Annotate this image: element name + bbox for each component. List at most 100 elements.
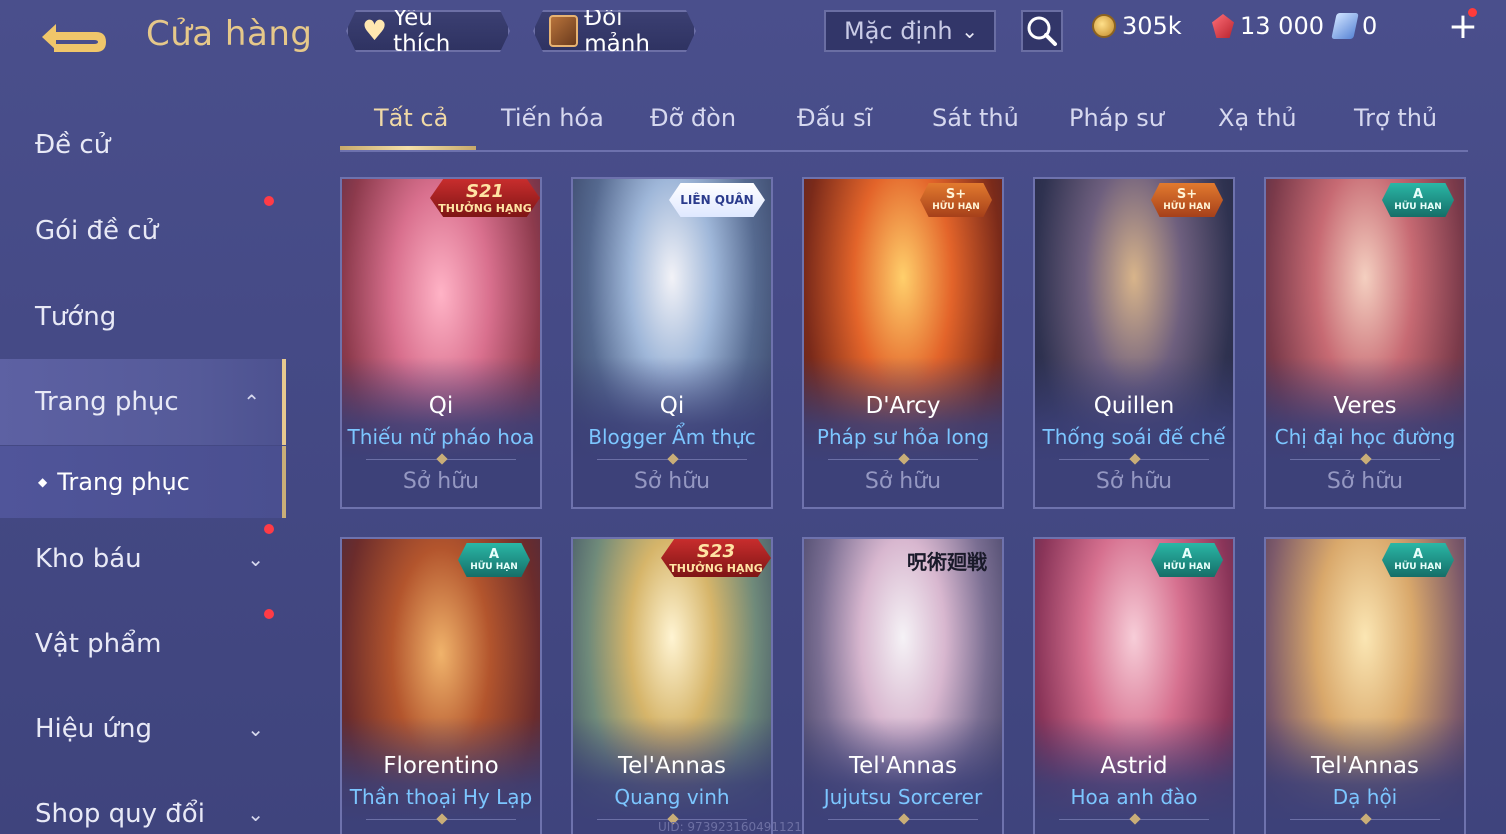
rarity-badge: A HỮU HẠN: [1382, 183, 1454, 217]
hero-name: Tel'Annas: [618, 753, 726, 779]
skin-card[interactable]: S21 THƯỞNG HẠNG Qi Thiếu nữ pháo hoa Sở h…: [340, 177, 542, 509]
shard-exchange-button[interactable]: Đổi mảnh: [533, 10, 696, 52]
tab-evolution[interactable]: Tiến hóa: [501, 104, 604, 132]
gold-amount: 305k: [1122, 12, 1182, 40]
chevron-up-icon: ⌃: [243, 390, 260, 414]
tab-tank[interactable]: Đỡ đòn: [650, 104, 736, 132]
voucher-icon: [1331, 13, 1359, 39]
category-tabs: Tất cả Tiến hóa Đỡ đòn Đấu sĩ Sát thủ Ph…: [340, 98, 1468, 152]
back-button[interactable]: [34, 16, 114, 58]
sidebar-item-label: Shop quy đổi: [35, 799, 205, 829]
gold-balance: 305k: [1092, 12, 1182, 40]
skin-card[interactable]: A HỮU HẠN Veres Chị đại học đường Sở hữu: [1264, 177, 1466, 509]
sidebar-subitem-label: Trang phục: [57, 468, 190, 496]
sidebar-subitem-skins[interactable]: ◆ Trang phục: [0, 446, 286, 518]
tab-support[interactable]: Trợ thủ: [1354, 104, 1437, 132]
skin-card[interactable]: A HỮU HẠN Tel'Annas Dạ hội: [1264, 537, 1466, 834]
sidebar-item-label: Vật phẩm: [35, 629, 162, 659]
rarity-badge: S+ HỮU HẠN: [1151, 183, 1223, 217]
gold-coin-icon: [1092, 14, 1116, 38]
skin-card[interactable]: S+ HỮU HẠN D'Arcy Pháp sư hỏa long Sở hữu: [802, 177, 1004, 509]
hero-name: Quillen: [1093, 393, 1175, 419]
sidebar-item-recommended[interactable]: Đề cử: [0, 102, 286, 188]
owned-status: Sở hữu: [1326, 469, 1404, 494]
owned-status: Sở hữu: [864, 469, 942, 494]
hero-name: Astrid: [1100, 753, 1168, 779]
hero-name: Tel'Annas: [1311, 753, 1419, 779]
sort-select[interactable]: Mặc định ⌄: [824, 10, 996, 52]
skin-card[interactable]: S23 THƯỞNG HẠNG Tel'Annas Quang vinh: [571, 537, 773, 834]
user-id-watermark: UID: 973923160491121: [658, 820, 802, 834]
voucher-amount: 0: [1362, 12, 1378, 40]
active-tab-indicator: [340, 146, 476, 150]
skin-name: Thiếu nữ pháo hoa: [347, 425, 535, 449]
skin-name: Hoa anh đào: [1070, 785, 1198, 809]
sidebar: Đề cử Gói đề cử Tướng Trang phục ⌃ ◆ Tra…: [0, 100, 290, 834]
back-arrow-icon: [42, 24, 106, 52]
tab-mage[interactable]: Pháp sư: [1069, 104, 1164, 132]
tab-marksman[interactable]: Xạ thủ: [1218, 104, 1297, 132]
season-badge: S21 THƯỞNG HẠNG: [430, 179, 540, 217]
sidebar-item-exchange-shop[interactable]: Shop quy đổi ⌄: [0, 771, 286, 834]
tab-fighter[interactable]: Đấu sĩ: [797, 104, 872, 132]
chevron-down-icon: ⌄: [247, 717, 264, 741]
notification-dot: [1468, 8, 1477, 17]
rarity-badge: A HỮU HẠN: [1151, 543, 1223, 577]
owned-status: Sở hữu: [1095, 469, 1173, 494]
owned-status: Sở hữu: [402, 469, 480, 494]
skin-name: Thần thoại Hy Lạp: [349, 785, 533, 809]
skin-name: Thống soái đế chế: [1042, 425, 1226, 449]
hero-name: Qi: [428, 393, 454, 419]
brand-badge: LIÊN QUÂN: [669, 183, 765, 217]
skin-name: Chị đại học đường: [1274, 425, 1456, 449]
hero-name: Tel'Annas: [849, 753, 957, 779]
voucher-balance: 0: [1331, 12, 1378, 40]
notification-dot: [264, 196, 274, 206]
sidebar-item-label: Đề cử: [35, 130, 111, 160]
skin-card[interactable]: S+ HỮU HẠN Quillen Thống soái đế chế Sở h…: [1033, 177, 1235, 509]
sidebar-item-label: Kho báu: [35, 544, 142, 574]
rarity-badge: A HỮU HẠN: [458, 543, 530, 577]
collab-logo: 呪術廻戦: [907, 550, 987, 574]
search-icon: [1027, 16, 1057, 46]
notification-dot: [264, 609, 274, 619]
skin-card[interactable]: A HỮU HẠN Astrid Hoa anh đào: [1033, 537, 1235, 834]
search-button[interactable]: [1021, 10, 1063, 52]
page-title: Cửa hàng: [146, 14, 313, 54]
top-bar: Cửa hàng ♥ Yêu thích Đổi mảnh Mặc định ⌄…: [0, 0, 1506, 70]
skin-card[interactable]: A HỮU HẠN Florentino Thần thoại Hy Lạp: [340, 537, 542, 834]
season-badge: S23 THƯỞNG HẠNG: [661, 539, 771, 577]
rarity-badge: A HỮU HẠN: [1382, 543, 1454, 577]
sidebar-item-treasure[interactable]: Kho báu ⌄: [0, 516, 286, 602]
ruby-balance: 13 000: [1212, 12, 1324, 40]
shard-exchange-label: Đổi mảnh: [584, 5, 650, 57]
sort-value: Mặc định: [844, 17, 953, 45]
ruby-icon: [1212, 14, 1234, 38]
hero-name: Veres: [1333, 393, 1397, 419]
tab-all[interactable]: Tất cả: [374, 104, 448, 132]
sidebar-item-effects[interactable]: Hiệu ứng ⌄: [0, 686, 286, 772]
skin-name: Blogger Ẩm thực: [588, 425, 756, 449]
chevron-down-icon: ⌄: [961, 19, 978, 43]
sidebar-item-items[interactable]: Vật phẩm: [0, 601, 286, 687]
favorites-button[interactable]: ♥ Yêu thích: [346, 10, 510, 52]
owned-status: Sở hữu: [633, 469, 711, 494]
skin-card[interactable]: 呪術廻戦 Tel'Annas Jujutsu Sorcerer: [802, 537, 1004, 834]
skin-name: Dạ hội: [1332, 785, 1398, 809]
tab-assassin[interactable]: Sát thủ: [932, 104, 1019, 132]
skin-card[interactable]: LIÊN QUÂN Qi Blogger Ẩm thực Sở hữu: [571, 177, 773, 509]
notification-dot: [264, 524, 274, 534]
shard-icon: [549, 15, 578, 47]
top-up-button[interactable]: +: [1446, 9, 1480, 46]
sidebar-item-bundles[interactable]: Gói đề cử: [0, 188, 286, 274]
sidebar-item-label: Gói đề cử: [35, 216, 159, 246]
chevron-down-icon: ⌄: [247, 802, 264, 826]
sidebar-item-heroes[interactable]: Tướng: [0, 274, 286, 360]
hero-name: Qi: [659, 393, 685, 419]
sidebar-item-skins[interactable]: Trang phục ⌃: [0, 359, 286, 445]
skin-name: Pháp sư hỏa long: [816, 425, 990, 449]
bullet-icon: ◆: [38, 475, 48, 489]
sidebar-item-label: Tướng: [35, 302, 117, 332]
hero-name: Florentino: [383, 753, 499, 779]
heart-icon: ♥: [362, 14, 388, 47]
